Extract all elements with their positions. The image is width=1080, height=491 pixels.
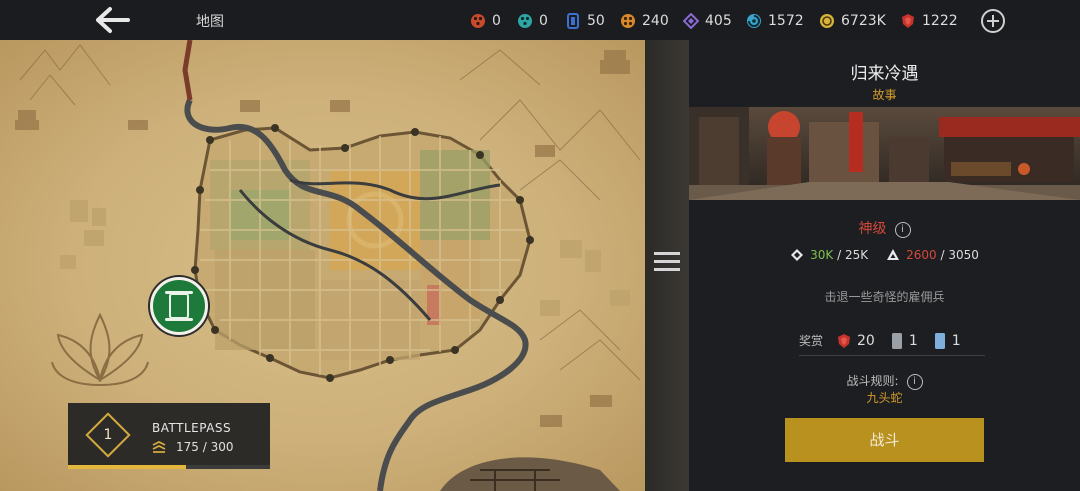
currency-value: 0 <box>492 13 501 29</box>
battlepass-level: 1 <box>103 427 113 443</box>
blue-card-icon <box>934 332 945 349</box>
currency-value: 405 <box>705 13 732 29</box>
battle-rules-row: 战斗规则: i <box>689 372 1080 390</box>
chevron-rank-icon <box>152 441 166 453</box>
team-rating-icon <box>887 249 900 260</box>
reward-item[interactable]: 1 <box>891 332 918 350</box>
currency-blue-card[interactable]: 50 <box>565 12 605 30</box>
currency-purple-crystal[interactable]: 405 <box>682 12 732 30</box>
grey-card-icon <box>891 332 902 349</box>
mission-objective: 击退一些奇怪的雇佣兵 <box>824 290 945 304</box>
plus-circle-icon[interactable] <box>981 9 1005 33</box>
red-gem-icon <box>900 13 916 29</box>
power-current: 30K <box>810 248 834 262</box>
battlepass-title: BATTLEPASS <box>152 421 232 435</box>
swirl-token-icon <box>746 13 762 29</box>
currency-gold-coin[interactable]: 6723K <box>819 12 886 30</box>
battlepass-widget[interactable]: 1 BATTLEPASS 175 / 300 <box>68 403 270 469</box>
scroll-icon <box>165 291 193 321</box>
currency-orange-token[interactable]: 240 <box>620 12 669 30</box>
battlepass-progress-text: 175 / 300 <box>176 440 234 454</box>
mission-type: 故事 <box>872 88 897 102</box>
currency-value: 0 <box>539 13 548 29</box>
fight-button[interactable]: 战斗 <box>785 418 984 462</box>
reward-amount: 20 <box>857 332 875 349</box>
blue-card-icon <box>565 13 581 29</box>
page-title: 地图 <box>196 14 224 30</box>
power-requirements: 30K / 25K 2600 / 3050 <box>689 248 1080 262</box>
power-icon <box>791 249 804 261</box>
currency-value: 1572 <box>768 13 804 29</box>
purple-crystal-icon <box>682 12 700 30</box>
battle-rules-label: 战斗规则: <box>846 374 899 388</box>
mission-title: 归来冷遇 <box>850 64 919 84</box>
rating-separator: / <box>936 248 949 262</box>
battlepass-progress-bar <box>68 465 270 469</box>
currency-value: 1222 <box>922 13 958 29</box>
rating-required: 3050 <box>948 248 979 262</box>
red-gem-icon <box>838 333 851 348</box>
battlepass-progress-fill <box>68 465 186 469</box>
orange-token-icon <box>620 13 636 29</box>
mission-marker[interactable] <box>150 277 208 335</box>
reward-amount: 1 <box>908 332 918 349</box>
difficulty-label: 神级 <box>858 221 887 237</box>
arrow-left-icon <box>96 7 130 33</box>
info-icon[interactable]: i <box>906 374 923 390</box>
currency-value: 6723K <box>841 13 886 29</box>
reward-amount: 1 <box>951 332 961 349</box>
rating-current: 2600 <box>906 248 937 262</box>
currency-swirl-token[interactable]: 1572 <box>746 12 804 30</box>
currency-value: 240 <box>642 13 669 29</box>
currency-value: 50 <box>587 13 605 29</box>
currency-teal-token[interactable]: 0 <box>517 12 548 30</box>
power-required: 25K <box>844 248 869 262</box>
currency-red-gem[interactable]: 1222 <box>900 12 958 30</box>
back-button[interactable] <box>92 6 136 34</box>
difficulty-row: 神级 i <box>689 218 1080 238</box>
top-bar: 地图 0 0 50 240 405 1572 6723K 1222 <box>0 0 1080 40</box>
power-separator: / <box>833 248 845 262</box>
currency-red-token[interactable]: 0 <box>470 12 501 30</box>
reward-item[interactable]: 1 <box>934 332 961 350</box>
teal-token-icon <box>517 13 533 29</box>
rewards-label: 奖赏 <box>799 334 824 348</box>
rewards-row: 奖赏 20 1 1 <box>799 326 985 356</box>
mission-panel: 归来冷遇 故事 神级 i 30K / 25K 2600 / 3050 击退一些奇… <box>689 40 1080 491</box>
hamburger-menu-icon[interactable] <box>654 252 680 276</box>
info-icon[interactable]: i <box>894 222 911 238</box>
gold-coin-icon <box>819 13 835 29</box>
mission-preview-image <box>689 107 1080 200</box>
red-token-icon <box>470 13 486 29</box>
battle-rules-value: 九头蛇 <box>866 391 903 405</box>
reward-item[interactable]: 20 <box>837 333 875 349</box>
